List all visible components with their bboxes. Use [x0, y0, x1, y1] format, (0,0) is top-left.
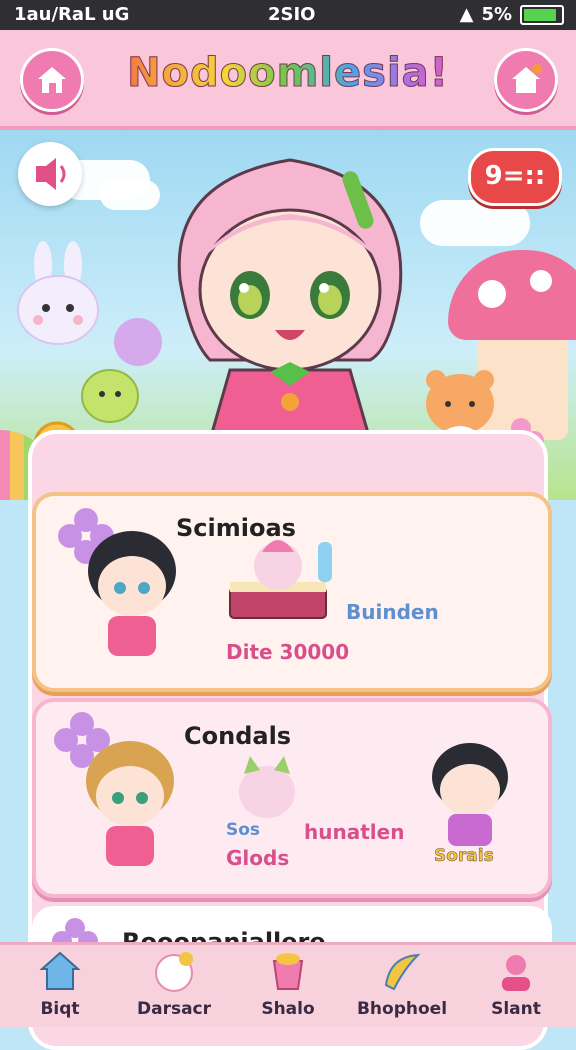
sound-button[interactable] [18, 142, 82, 206]
house-icon [39, 951, 81, 990]
bottom-nav: Biqt Darsacr Shalo Bhophoel Slant [0, 942, 576, 1027]
blonde-character [86, 741, 174, 866]
status-icons: ▲ 5% [460, 4, 564, 25]
item-label-small: Sos [226, 820, 261, 840]
nav-label: Shalo [261, 999, 315, 1019]
shop-house-icon [512, 64, 542, 93]
character-icon [502, 955, 530, 991]
nav-item-bhophoel[interactable]: Bhophoel [352, 945, 452, 1027]
nav-label: Slant [491, 999, 541, 1019]
item-label: Buinden [346, 600, 439, 624]
hero-character[interactable] [150, 140, 430, 450]
battery-icon [520, 4, 564, 25]
book-mascot-icon [229, 540, 332, 619]
top-header: Nodoomlesia! [0, 30, 576, 130]
nav-label: Darsacr [136, 999, 212, 1019]
banana-icon [384, 953, 421, 991]
nav-label: Biqt [40, 999, 80, 1019]
signal-icon: ▲ [459, 4, 474, 25]
item-label-2: Glods [226, 846, 290, 870]
item-label-3: hunatlen [304, 820, 405, 844]
home-button[interactable] [20, 48, 84, 112]
nav-item-slant[interactable]: Slant [466, 945, 566, 1027]
clock: 2SIO [268, 4, 316, 25]
cup-icon [272, 953, 304, 990]
nav-item-shalo[interactable]: Shalo [238, 945, 338, 1027]
nav-label: Bhophoel [356, 999, 448, 1019]
flower-face-icon [155, 952, 193, 992]
nav-item-darsacr[interactable]: Darsacr [124, 945, 224, 1027]
bunny-character [17, 241, 99, 345]
battery-percent: 5% [481, 4, 512, 25]
status-bar: 1au/RaL uG 2SIO ▲ 5% [0, 0, 576, 30]
game-title: Nodoomlesia! [100, 50, 476, 97]
character-label: Sorais [434, 846, 494, 867]
mushroom-cap [448, 250, 576, 340]
card-scimioas[interactable]: Scimioas Buinden Dite 30000 [32, 492, 552, 692]
card-title: Condals [184, 722, 292, 750]
price-label: Dite 30000 [226, 640, 350, 664]
dark-hair-character [432, 743, 508, 846]
sound-wave-icon [36, 158, 66, 190]
nav-item-biqt[interactable]: Biqt [10, 945, 110, 1027]
shop-button[interactable] [494, 48, 558, 112]
counter-badge[interactable]: 9=:: [468, 148, 562, 206]
boy-character [88, 531, 176, 656]
house-icon [38, 67, 66, 93]
carrier-text: 1au/RaL uG [14, 4, 130, 25]
card-condals[interactable]: Condals Sos Glods hunatlen Sorais [32, 698, 552, 898]
